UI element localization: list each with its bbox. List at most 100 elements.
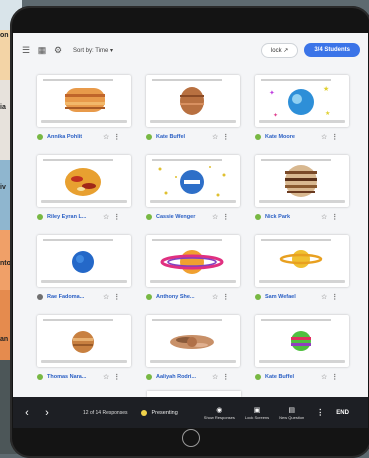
- star-icon[interactable]: ☆: [321, 133, 327, 141]
- show-responses-label: Show Responses: [203, 414, 235, 420]
- more-icon[interactable]: ⋮: [316, 408, 324, 417]
- new-question-label: New Question: [279, 414, 305, 420]
- bg-label: on: [0, 32, 9, 39]
- student-name: Cassie Wenger: [156, 214, 196, 220]
- response-card[interactable]: Kate Buffel ☆ ⋮: [255, 315, 349, 389]
- bg-label: iv: [0, 184, 6, 191]
- more-icon[interactable]: ⋮: [113, 133, 120, 141]
- status-dot: [37, 374, 43, 380]
- responses-grid: Annika Pohlit ☆ ⋮ Kate Buffel ☆ ⋮ ✦ ★ ★ …: [37, 75, 349, 389]
- bg-label: ia: [0, 104, 6, 111]
- student-name: Kate Buffel: [156, 134, 186, 140]
- response-card[interactable]: Cassie Wenger ☆ ⋮: [146, 155, 240, 229]
- more-icon[interactable]: ⋮: [113, 213, 120, 221]
- response-thumbnail[interactable]: [146, 235, 240, 287]
- lock-button[interactable]: lock ↗: [260, 42, 299, 58]
- screen: ☰ ▦ ⚙ Sort by: Time ▾ lock ↗ 3/4 Student…: [13, 33, 368, 428]
- more-icon[interactable]: ⋮: [222, 293, 229, 301]
- response-thumbnail[interactable]: [37, 75, 131, 127]
- response-thumbnail[interactable]: [146, 315, 240, 367]
- response-thumbnail[interactable]: [146, 75, 240, 127]
- end-button[interactable]: END: [336, 410, 349, 416]
- more-icon[interactable]: ⋮: [222, 133, 229, 141]
- list-view-icon[interactable]: ☰: [21, 45, 31, 55]
- student-name: Nick Park: [265, 214, 291, 220]
- new-question-button[interactable]: ▤ New Question: [279, 406, 304, 420]
- response-thumbnail[interactable]: [255, 155, 349, 207]
- status-dot: [255, 214, 261, 220]
- status-dot: [146, 214, 152, 220]
- response-card[interactable]: Rae Fadoma... ☆ ⋮: [37, 235, 131, 309]
- lock-icon: ▣: [253, 406, 261, 414]
- star-icon[interactable]: ☆: [103, 133, 109, 141]
- response-card[interactable]: Aaliyah Rodri... ☆ ⋮: [146, 315, 240, 389]
- lock-screens-button[interactable]: ▣ Lock Screens: [245, 406, 269, 420]
- svg-text:✦: ✦: [269, 89, 275, 97]
- student-name: Kate Moore: [265, 134, 295, 140]
- response-card[interactable]: ✦ ★ ★ ✦ Kate Moore ☆ ⋮: [255, 75, 349, 149]
- star-icon[interactable]: ☆: [103, 213, 109, 221]
- presenting-indicator[interactable]: Presenting: [141, 409, 178, 416]
- toolbar: ☰ ▦ ⚙ Sort by: Time ▾ lock ↗ 3/4 Student…: [13, 33, 368, 67]
- response-thumbnail[interactable]: [255, 315, 349, 367]
- chevron-right-icon[interactable]: ›: [39, 407, 55, 419]
- response-card[interactable]: Sam Wefael ☆ ⋮: [255, 235, 349, 309]
- response-thumbnail[interactable]: [255, 235, 349, 287]
- star-icon[interactable]: ☆: [103, 373, 109, 381]
- response-thumbnail[interactable]: [37, 315, 131, 367]
- status-dot: [255, 134, 261, 140]
- sort-dropdown[interactable]: Sort by: Time ▾: [73, 47, 113, 54]
- presenting-label: Presenting: [151, 409, 178, 416]
- response-thumbnail[interactable]: [146, 155, 240, 207]
- star-icon[interactable]: ☆: [321, 293, 327, 301]
- student-name: Kate Buffel: [265, 374, 295, 380]
- response-thumbnail[interactable]: ✦ ★ ★ ✦: [255, 75, 349, 127]
- star-icon[interactable]: ☆: [321, 213, 327, 221]
- status-dot: [255, 374, 261, 380]
- star-icon[interactable]: ☆: [321, 373, 327, 381]
- response-card[interactable]: Nick Park ☆ ⋮: [255, 155, 349, 229]
- grid-view-icon[interactable]: ▦: [37, 45, 47, 55]
- chevron-left-icon[interactable]: ‹: [19, 407, 35, 419]
- response-card[interactable]: Annika Pohlit ☆ ⋮: [37, 75, 131, 149]
- responses-count: 12 of 14 Responses: [83, 409, 128, 416]
- more-icon[interactable]: ⋮: [113, 373, 120, 381]
- show-responses-button[interactable]: ◉ Show Responses: [204, 406, 235, 420]
- star-icon[interactable]: ☆: [103, 293, 109, 301]
- more-icon[interactable]: ⋮: [331, 373, 338, 381]
- more-icon[interactable]: ⋮: [222, 213, 229, 221]
- student-name: Rae Fadoma...: [47, 294, 85, 300]
- bg-label: an: [0, 336, 9, 343]
- response-card[interactable]: Kate Buffel ☆ ⋮: [146, 75, 240, 149]
- star-icon[interactable]: ☆: [212, 133, 218, 141]
- status-dot: [37, 134, 43, 140]
- lock-screens-label: Lock Screens: [244, 414, 270, 420]
- eye-icon: ◉: [216, 406, 223, 414]
- students-button[interactable]: 3/4 Students: [304, 43, 360, 57]
- status-dot: [146, 134, 152, 140]
- star-icon[interactable]: ☆: [212, 213, 218, 221]
- response-thumbnail[interactable]: [37, 235, 131, 287]
- status-dot: [37, 214, 43, 220]
- status-dot: [146, 374, 152, 380]
- svg-text:★: ★: [323, 85, 329, 93]
- response-card[interactable]: Thomas Nara... ☆ ⋮: [37, 315, 131, 389]
- more-icon[interactable]: ⋮: [113, 293, 120, 301]
- svg-text:★: ★: [325, 110, 330, 117]
- home-button[interactable]: [182, 429, 200, 447]
- response-card[interactable]: Anthony She... ☆ ⋮: [146, 235, 240, 309]
- status-dot: [146, 294, 152, 300]
- student-name: Annika Pohlit: [47, 134, 83, 140]
- student-name: Anthony She...: [156, 294, 195, 300]
- bottom-bar: ‹ › 12 of 14 Responses Presenting ◉ Show…: [13, 397, 368, 428]
- star-icon[interactable]: ☆: [212, 293, 218, 301]
- response-thumbnail[interactable]: [37, 155, 131, 207]
- response-card[interactable]: Riley Eyran L... ☆ ⋮: [37, 155, 131, 229]
- more-icon[interactable]: ⋮: [331, 133, 338, 141]
- gear-icon[interactable]: ⚙: [53, 45, 63, 55]
- star-icon[interactable]: ☆: [212, 373, 218, 381]
- more-icon[interactable]: ⋮: [331, 213, 338, 221]
- status-dot: [255, 294, 261, 300]
- more-icon[interactable]: ⋮: [331, 293, 338, 301]
- more-icon[interactable]: ⋮: [222, 373, 229, 381]
